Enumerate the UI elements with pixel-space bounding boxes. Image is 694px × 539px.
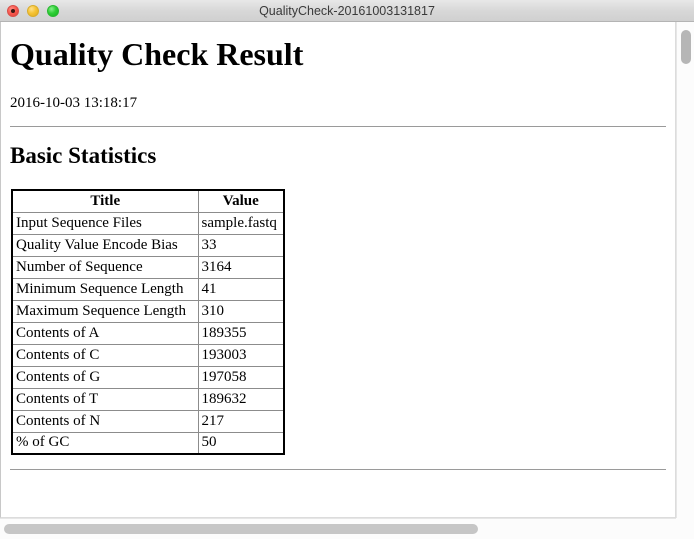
- row-value: 41: [197, 277, 285, 301]
- row-value: 189632: [197, 387, 285, 411]
- table-header: Title Value: [11, 189, 285, 213]
- horizontal-scrollbar[interactable]: [0, 518, 694, 539]
- column-header-title: Title: [11, 189, 199, 213]
- table-row: Contents of C 193003: [11, 343, 285, 367]
- window-title: QualityCheck-20161003131817: [259, 3, 435, 18]
- table-row: Input Sequence Files sample.fastq: [11, 211, 285, 235]
- row-value: 33: [197, 233, 285, 257]
- section-heading-basic-statistics: Basic Statistics: [10, 143, 157, 168]
- basic-statistics-table: Title Value Input Sequence Files sample.…: [11, 189, 285, 455]
- vertical-scrollbar[interactable]: [676, 22, 694, 518]
- row-label: Contents of G: [11, 365, 199, 389]
- close-window-icon[interactable]: [7, 5, 19, 17]
- row-label: Quality Value Encode Bias: [11, 233, 199, 257]
- row-label: Minimum Sequence Length: [11, 277, 199, 301]
- row-label: Contents of N: [11, 409, 199, 433]
- table-row: Maximum Sequence Length 310: [11, 299, 285, 323]
- row-value: 197058: [197, 365, 285, 389]
- report-timestamp: 2016-10-03 13:18:17: [10, 95, 138, 111]
- page-title: Quality Check Result: [10, 36, 304, 72]
- row-label: Number of Sequence: [11, 255, 199, 279]
- row-value: 3164: [197, 255, 285, 279]
- maximize-window-icon[interactable]: [47, 5, 59, 17]
- table-row: Contents of A 189355: [11, 321, 285, 345]
- table-row: Contents of N 217: [11, 409, 285, 433]
- row-value: 217: [197, 409, 285, 433]
- header-divider: [10, 126, 666, 127]
- table-row: Number of Sequence 3164: [11, 255, 285, 279]
- table-body: Input Sequence Files sample.fastq Qualit…: [11, 211, 285, 455]
- application-window: QualityCheck-20161003131817 Quality Chec…: [0, 0, 694, 539]
- row-label: Contents of A: [11, 321, 199, 345]
- table-row: Quality Value Encode Bias 33: [11, 233, 285, 257]
- window-titlebar[interactable]: QualityCheck-20161003131817: [0, 0, 694, 22]
- row-label: Input Sequence Files: [11, 211, 199, 235]
- document-page: Quality Check Result 2016-10-03 13:18:17…: [0, 22, 676, 518]
- row-value: 193003: [197, 343, 285, 367]
- horizontal-scrollbar-thumb[interactable]: [4, 524, 478, 534]
- table-header-row: Title Value: [11, 189, 285, 213]
- row-value: 310: [197, 299, 285, 323]
- table-row: Contents of G 197058: [11, 365, 285, 389]
- row-label: Contents of T: [11, 387, 199, 411]
- content-area: Quality Check Result 2016-10-03 13:18:17…: [0, 22, 694, 539]
- row-label: % of GC: [11, 431, 199, 455]
- minimize-window-icon[interactable]: [27, 5, 39, 17]
- table-row: Minimum Sequence Length 41: [11, 277, 285, 301]
- row-label: Contents of C: [11, 343, 199, 367]
- scrollbar-corner: [676, 518, 694, 539]
- table-row: % of GC 50: [11, 431, 285, 455]
- vertical-scrollbar-thumb[interactable]: [681, 30, 691, 64]
- row-value: 189355: [197, 321, 285, 345]
- column-header-value: Value: [197, 189, 285, 213]
- footer-divider: [10, 469, 666, 470]
- row-value: 50: [197, 431, 285, 455]
- row-label: Maximum Sequence Length: [11, 299, 199, 323]
- table-row: Contents of T 189632: [11, 387, 285, 411]
- traffic-light-group: [7, 0, 59, 22]
- row-value: sample.fastq: [197, 211, 285, 235]
